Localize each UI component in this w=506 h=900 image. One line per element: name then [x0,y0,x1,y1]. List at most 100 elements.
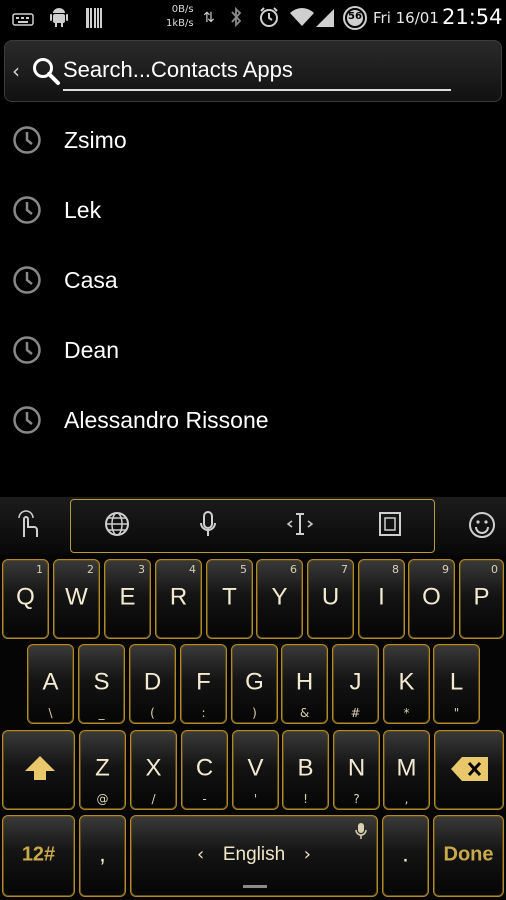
key-number: 6 [290,563,297,576]
key-m[interactable]: M, [383,730,430,810]
key-l[interactable]: L " [433,644,480,724]
key-label: R [169,583,188,611]
period-key[interactable]: . [382,815,429,897]
key-u[interactable]: 7U [307,559,354,639]
key-e[interactable]: 3E [104,559,151,639]
key-w[interactable]: 2W [53,559,100,639]
space-label: English [222,843,286,865]
list-item[interactable]: Dean [0,315,506,385]
key-b[interactable]: B! [282,730,329,810]
keyboard: 1Q 2W 3E 4R 5T 6Y 7U 8I 9O 0P A \ S _ D( F… [0,497,506,900]
key-label: J [349,668,362,696]
shift-key[interactable] [2,730,75,810]
backspace-key[interactable] [434,730,504,810]
key-number: 3 [138,563,145,576]
key-label: A [42,668,59,696]
key-number: 8 [392,563,399,576]
globe-icon[interactable] [104,511,130,543]
key-label: S [93,668,110,696]
key-label: C [195,754,214,782]
key-alt: _ [98,706,105,720]
status-date: Fri 16/01 [373,9,439,27]
cursor-icon[interactable] [286,511,314,543]
symbols-key[interactable]: 12# [2,815,75,897]
list-item[interactable]: Zsimo [0,105,506,175]
key-f[interactable]: F: [180,644,227,724]
keyboard-toolbar [0,497,506,555]
key-label: V [247,754,264,782]
key-r[interactable]: 4R [155,559,202,639]
key-number: 4 [189,563,196,576]
space-key[interactable]: ‹ English › [130,815,378,897]
wifi-icon [289,6,315,33]
history-clock-icon [12,125,42,159]
history-clock-icon [12,405,42,439]
emoji-icon[interactable] [468,511,496,545]
key-a[interactable]: A \ [27,644,74,724]
list-item-label: Zsimo [64,127,127,153]
history-clock-icon [12,195,42,229]
key-label: L [449,668,464,696]
key-label: H [295,668,314,696]
status-time: 21:54 [442,5,503,29]
microphone-icon[interactable] [199,511,217,545]
key-p[interactable]: 0P [459,559,504,639]
key-label: . [402,840,409,868]
key-k[interactable]: K * [383,644,430,724]
key-label: Z [95,754,110,782]
key-g[interactable]: G) [231,644,278,724]
key-label: F [196,668,211,696]
search-bar[interactable]: ‹ Search...Contacts Apps [4,40,502,102]
key-h[interactable]: H & [281,644,328,724]
bluetooth-icon [229,6,243,33]
key-label: 12# [21,843,56,866]
signal-icon [314,6,336,33]
search-input[interactable]: Search...Contacts Apps [63,57,451,91]
key-alt: \ [48,706,53,720]
comma-key[interactable]: , [79,815,126,897]
key-z[interactable]: Z @ [79,730,126,810]
key-number: 0 [491,563,498,576]
key-o[interactable]: 9O [408,559,455,639]
list-item[interactable]: Casa [0,245,506,315]
network-speed: 0B/s 1kB/s [166,3,194,31]
barcode-icon [86,8,102,33]
key-alt: / [151,792,156,806]
key-label: N [347,754,366,782]
key-j[interactable]: J # [332,644,379,724]
key-alt: ' [253,792,258,806]
key-d[interactable]: D( [129,644,176,724]
key-alt: # [350,706,361,720]
language-next-icon: › [303,844,311,865]
key-number: 9 [442,563,449,576]
touch-gesture-icon[interactable] [14,509,42,545]
list-item-label: Dean [64,337,119,363]
space-bar-indicator [243,885,267,888]
list-item[interactable]: Alessandro Rissone [0,385,506,455]
mic-small-icon [355,822,367,844]
key-i[interactable]: 8I [358,559,405,639]
key-number: 7 [341,563,348,576]
updown-arrows-icon: ⇅ [203,10,215,26]
key-c[interactable]: C- [181,730,228,810]
key-x[interactable]: X / [130,730,177,810]
key-n[interactable]: N? [333,730,380,810]
backspace-icon [450,755,490,787]
key-alt: , [404,792,409,806]
key-alt: @ [96,792,109,806]
key-s[interactable]: S _ [78,644,125,724]
key-label: P [473,583,490,611]
key-alt: " [453,706,460,720]
clipboard-icon[interactable] [378,511,402,543]
back-chevron-icon[interactable]: ‹ [12,59,20,83]
net-up: 0B/s [171,4,194,15]
done-key[interactable]: Done [433,815,504,897]
key-number: 2 [87,563,94,576]
key-y[interactable]: 6Y [256,559,303,639]
key-q[interactable]: 1Q [2,559,49,639]
key-alt: * [403,706,410,720]
key-v[interactable]: V ' [232,730,279,810]
list-item-label: Casa [64,267,118,293]
list-item[interactable]: Lek [0,175,506,245]
key-t[interactable]: 5T [206,559,253,639]
